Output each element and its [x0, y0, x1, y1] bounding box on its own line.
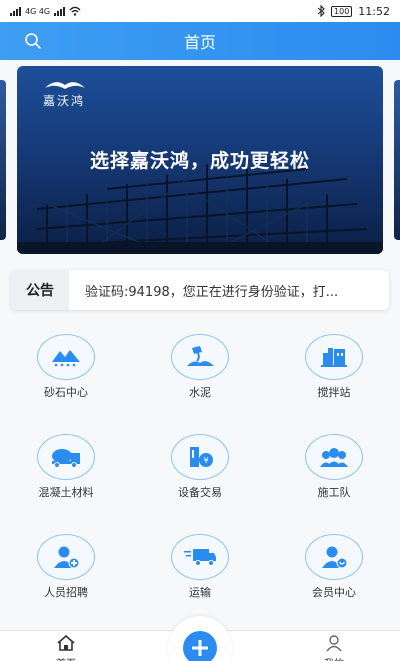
status-right: 100 11:52	[317, 5, 390, 18]
truck-icon	[171, 534, 229, 580]
construction-team-icon	[305, 434, 363, 480]
publish-button[interactable]	[168, 616, 232, 661]
category-label: 人员招聘	[44, 586, 88, 599]
brand-logo-text: 嘉沃鸿	[43, 94, 86, 108]
wifi-icon	[69, 6, 81, 16]
category-label: 搅拌站	[317, 386, 351, 399]
battery-icon: 100	[331, 5, 353, 17]
banner-carousel[interactable]: 嘉沃鸿 选择嘉沃鸿，成功更轻松	[0, 66, 400, 256]
cement-pour-icon	[171, 334, 229, 380]
clock: 11:52	[358, 4, 390, 18]
category-sand-center[interactable]: 砂石中心	[6, 334, 126, 404]
notice-text: 验证码:94198，您正在进行身份验证，打...	[85, 284, 339, 300]
sand-pile-icon	[37, 334, 95, 380]
network-type-label: 4G 4G	[25, 6, 51, 16]
tab-home-label: 首页	[56, 655, 76, 661]
signal-indicators: 4G 4G	[10, 6, 81, 16]
brand-logo: 嘉沃鸿	[43, 78, 87, 109]
banner-slogan: 选择嘉沃鸿，成功更轻松	[89, 150, 310, 172]
notice-tag: 公告	[11, 270, 69, 310]
eagle-logo-icon	[45, 82, 85, 89]
bluetooth-icon	[317, 5, 325, 17]
tab-mine[interactable]: 我的	[294, 631, 374, 661]
signal-icon	[10, 6, 21, 16]
carousel-prev-slide[interactable]	[0, 80, 6, 240]
home-icon	[57, 634, 75, 651]
carousel-next-slide[interactable]	[394, 80, 400, 240]
category-mixing-station[interactable]: 搅拌站	[274, 334, 394, 404]
category-equipment-trade[interactable]: ¥ 设备交易	[140, 434, 260, 504]
tab-mine-label: 我的	[324, 655, 344, 661]
category-label: 施工队	[317, 486, 351, 499]
profile-icon	[326, 635, 342, 652]
category-recruitment[interactable]: 人员招聘	[6, 534, 126, 604]
page-title: 首页	[183, 33, 216, 52]
equipment-icon: ¥	[171, 434, 229, 480]
search-icon[interactable]	[24, 32, 42, 50]
mixing-station-icon	[305, 334, 363, 380]
member-user-icon	[305, 534, 363, 580]
category-label: 水泥	[189, 386, 211, 399]
status-bar: 4G 4G 100 11:52	[0, 0, 400, 22]
category-label: 会员中心	[312, 586, 356, 599]
category-label: 砂石中心	[44, 386, 88, 399]
category-label: 运输	[189, 586, 211, 599]
banner-slide[interactable]: 嘉沃鸿 选择嘉沃鸿，成功更轻松	[17, 66, 383, 254]
tab-home[interactable]: 首页	[26, 631, 106, 661]
category-label: 混凝土材料	[38, 486, 94, 499]
signal-icon-2	[54, 6, 66, 16]
category-transport[interactable]: 运输	[140, 534, 260, 604]
category-label: 设备交易	[178, 486, 222, 499]
category-member-center[interactable]: 会员中心	[274, 534, 394, 604]
mixer-truck-icon	[37, 434, 95, 480]
category-cement[interactable]: 水泥	[140, 334, 260, 404]
plus-icon	[183, 631, 217, 661]
svg-text:¥: ¥	[203, 456, 208, 465]
category-concrete-materials[interactable]: 混凝土材料	[6, 434, 126, 504]
recruit-user-icon	[37, 534, 95, 580]
app-header: 首页	[0, 22, 400, 60]
notice-bar[interactable]: 公告 验证码:94198，您正在进行身份验证，打...	[11, 270, 389, 310]
category-construction-team[interactable]: 施工队	[274, 434, 394, 504]
